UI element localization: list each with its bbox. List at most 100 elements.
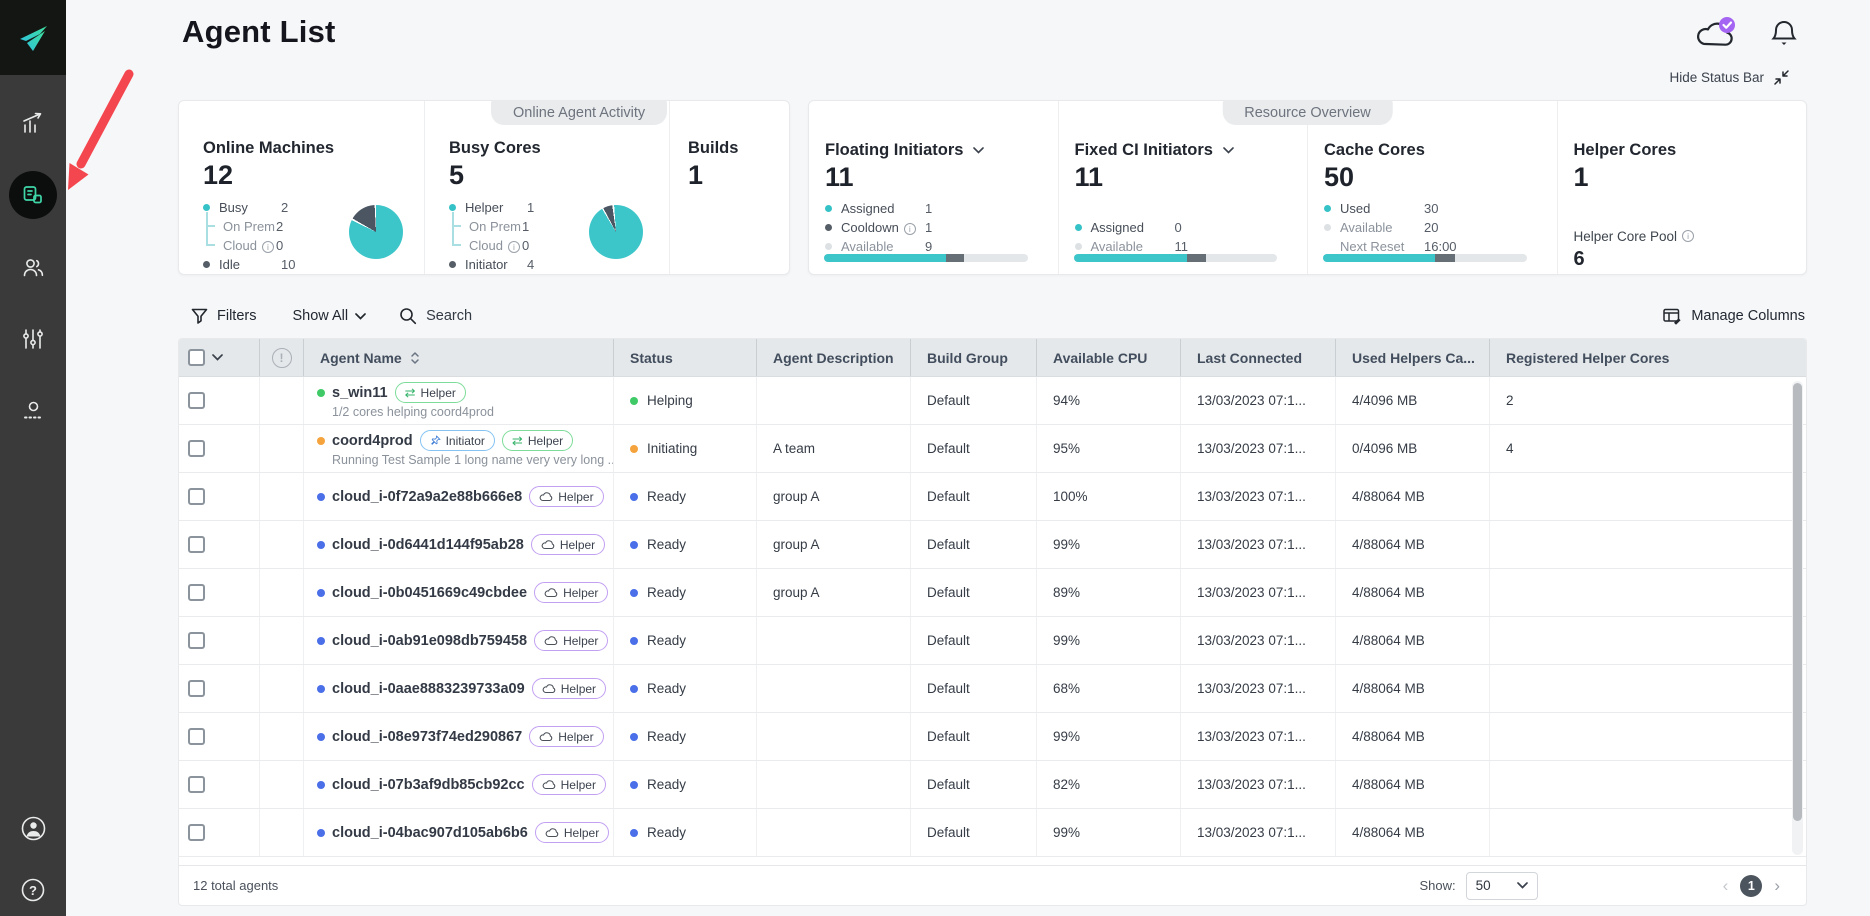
row-checkbox[interactable] <box>188 392 205 409</box>
table-row[interactable]: cloud_i-0d6441d144f95ab28 Helper Ready g… <box>179 521 1806 569</box>
card-value: 1 <box>688 161 789 191</box>
card-value: 11 <box>1075 163 1292 193</box>
table-row[interactable]: cloud_i-0aae8883239733a09 Helper Ready D… <box>179 665 1806 713</box>
search-input[interactable]: Search <box>399 307 472 325</box>
info-icon[interactable]: i <box>1682 230 1694 242</box>
cloud-helper-badge: Helper <box>529 486 603 507</box>
table-toolbar: Filters Show All Search Manage Columns <box>178 298 1807 334</box>
user-avatar[interactable] <box>20 815 47 847</box>
sidebar-item-agents[interactable] <box>9 171 57 219</box>
agent-subtitle: 1/2 cores helping coord4prod <box>332 405 494 419</box>
agent-dot <box>317 829 325 837</box>
helper-cores-card: Helper Cores 1 Helper Core Pooli 6 <box>1557 101 1807 274</box>
table-row[interactable]: s_win11 ⇄Helper 1/2 cores helping coord4… <box>179 377 1806 425</box>
cell-used-helpers: 4/88064 MB <box>1335 761 1489 808</box>
table-scrollbar[interactable] <box>1792 381 1803 855</box>
table-footer: 12 total agents Show: 50 ‹ 1 › <box>179 865 1806 905</box>
chevron-down-icon[interactable] <box>1223 147 1234 154</box>
status-label: Ready <box>647 729 686 744</box>
help-button[interactable]: ? <box>20 877 46 908</box>
cell-last-connected: 13/03/2023 07:1... <box>1180 425 1335 472</box>
row-checkbox[interactable] <box>188 584 205 601</box>
show-all-dropdown[interactable]: Show All <box>292 308 366 324</box>
partial-row <box>179 857 1806 865</box>
row-checkbox[interactable] <box>188 536 205 553</box>
cell-last-connected: 13/03/2023 07:1... <box>1180 665 1335 712</box>
bar-chart-icon <box>21 111 45 135</box>
cell-build-group: Default <box>910 377 1036 424</box>
hide-status-bar-label: Hide Status Bar <box>1669 70 1764 85</box>
info-icon[interactable]: i <box>508 241 520 253</box>
cores-pie-chart <box>589 205 643 259</box>
initiator-bullet <box>449 261 456 268</box>
status-dot <box>630 637 638 645</box>
table-row[interactable]: cloud_i-04bac907d105ab6b6 Helper Ready D… <box>179 809 1806 857</box>
table-row[interactable]: cloud_i-07b3af9db85cb92cc Helper Ready D… <box>179 761 1806 809</box>
cloud-icon <box>542 684 556 694</box>
row-checkbox[interactable] <box>188 440 205 457</box>
table-row[interactable]: cloud_i-0ab91e098db759458 Helper Ready D… <box>179 617 1806 665</box>
page-size-select[interactable]: 50 <box>1466 872 1538 900</box>
row-checkbox[interactable] <box>188 824 205 841</box>
agent-dot <box>317 589 325 597</box>
row-checkbox[interactable] <box>188 776 205 793</box>
sidebar-item-settings[interactable] <box>9 315 57 363</box>
select-menu-chevron-icon[interactable] <box>212 354 223 361</box>
table-row[interactable]: coord4prod Initiator ⇄Helper Running Tes… <box>179 425 1806 473</box>
table-row[interactable]: cloud_i-0b0451669c49cbdee Helper Ready g… <box>179 569 1806 617</box>
agent-name: cloud_i-0f72a9a2e88b666e8 <box>332 489 522 505</box>
table-row[interactable]: cloud_i-08e973f74ed290867 Helper Ready D… <box>179 713 1806 761</box>
agent-dot <box>317 493 325 501</box>
header-actions <box>1694 16 1798 57</box>
cloud-helper-badge: Helper <box>529 726 603 747</box>
cloud-icon <box>541 540 555 550</box>
search-icon <box>399 307 417 325</box>
row-checkbox[interactable] <box>188 632 205 649</box>
status-label: Ready <box>647 825 686 840</box>
show-all-label: Show All <box>292 308 348 324</box>
select-all-checkbox[interactable] <box>188 349 205 366</box>
pagination: ‹ 1 › <box>1723 875 1780 897</box>
filters-label: Filters <box>217 308 256 324</box>
cell-last-connected: 13/03/2023 07:1... <box>1180 761 1335 808</box>
hide-status-bar-button[interactable]: Hide Status Bar <box>1669 69 1790 86</box>
info-icon[interactable]: i <box>262 241 274 253</box>
current-page: 1 <box>1740 875 1762 897</box>
info-icon[interactable]: i <box>904 223 916 235</box>
busy-bullet <box>203 204 210 211</box>
table-header: ! Agent Name Status Agent Description Bu… <box>179 339 1806 377</box>
filters-button[interactable]: Filters <box>191 308 256 324</box>
status-label: Ready <box>647 681 686 696</box>
prev-page-button[interactable]: ‹ <box>1723 877 1729 894</box>
agents-icon <box>21 183 45 207</box>
pool-label: Helper Core Pool <box>1574 229 1678 244</box>
scrollbar-thumb[interactable] <box>1793 383 1802 821</box>
row-checkbox[interactable] <box>188 488 205 505</box>
sidebar-bottom: ? <box>0 815 66 908</box>
card-title: Fixed CI Initiators <box>1075 141 1213 160</box>
cloud-helper-badge: Helper <box>534 582 608 603</box>
sidebar-item-users[interactable] <box>9 243 57 291</box>
column-header-agent-name[interactable]: Agent Name <box>303 339 613 376</box>
card-value: 1 <box>1574 163 1791 193</box>
notifications-button[interactable] <box>1770 18 1798 55</box>
card-title: Builds <box>688 139 789 158</box>
table-row[interactable]: cloud_i-0f72a9a2e88b666e8 Helper Ready g… <box>179 473 1806 521</box>
row-checkbox[interactable] <box>188 680 205 697</box>
pin-icon <box>430 435 441 446</box>
row-checkbox[interactable] <box>188 728 205 745</box>
sidebar-item-pipeline[interactable] <box>9 387 57 435</box>
cell-description <box>756 377 910 424</box>
chevron-down-icon[interactable] <box>973 147 984 154</box>
card-value: 11 <box>825 163 1042 193</box>
cloud-sync-button[interactable] <box>1694 16 1738 57</box>
sidebar-item-dashboard[interactable] <box>9 99 57 147</box>
app-logo[interactable] <box>0 0 66 75</box>
sort-icon[interactable] <box>410 351 420 365</box>
next-page-button[interactable]: › <box>1774 877 1780 894</box>
sliders-icon <box>21 327 45 351</box>
cell-description <box>756 617 910 664</box>
card-title: Busy Cores <box>449 139 669 158</box>
cell-cpu: 94% <box>1036 377 1180 424</box>
manage-columns-button[interactable]: Manage Columns <box>1663 308 1805 325</box>
